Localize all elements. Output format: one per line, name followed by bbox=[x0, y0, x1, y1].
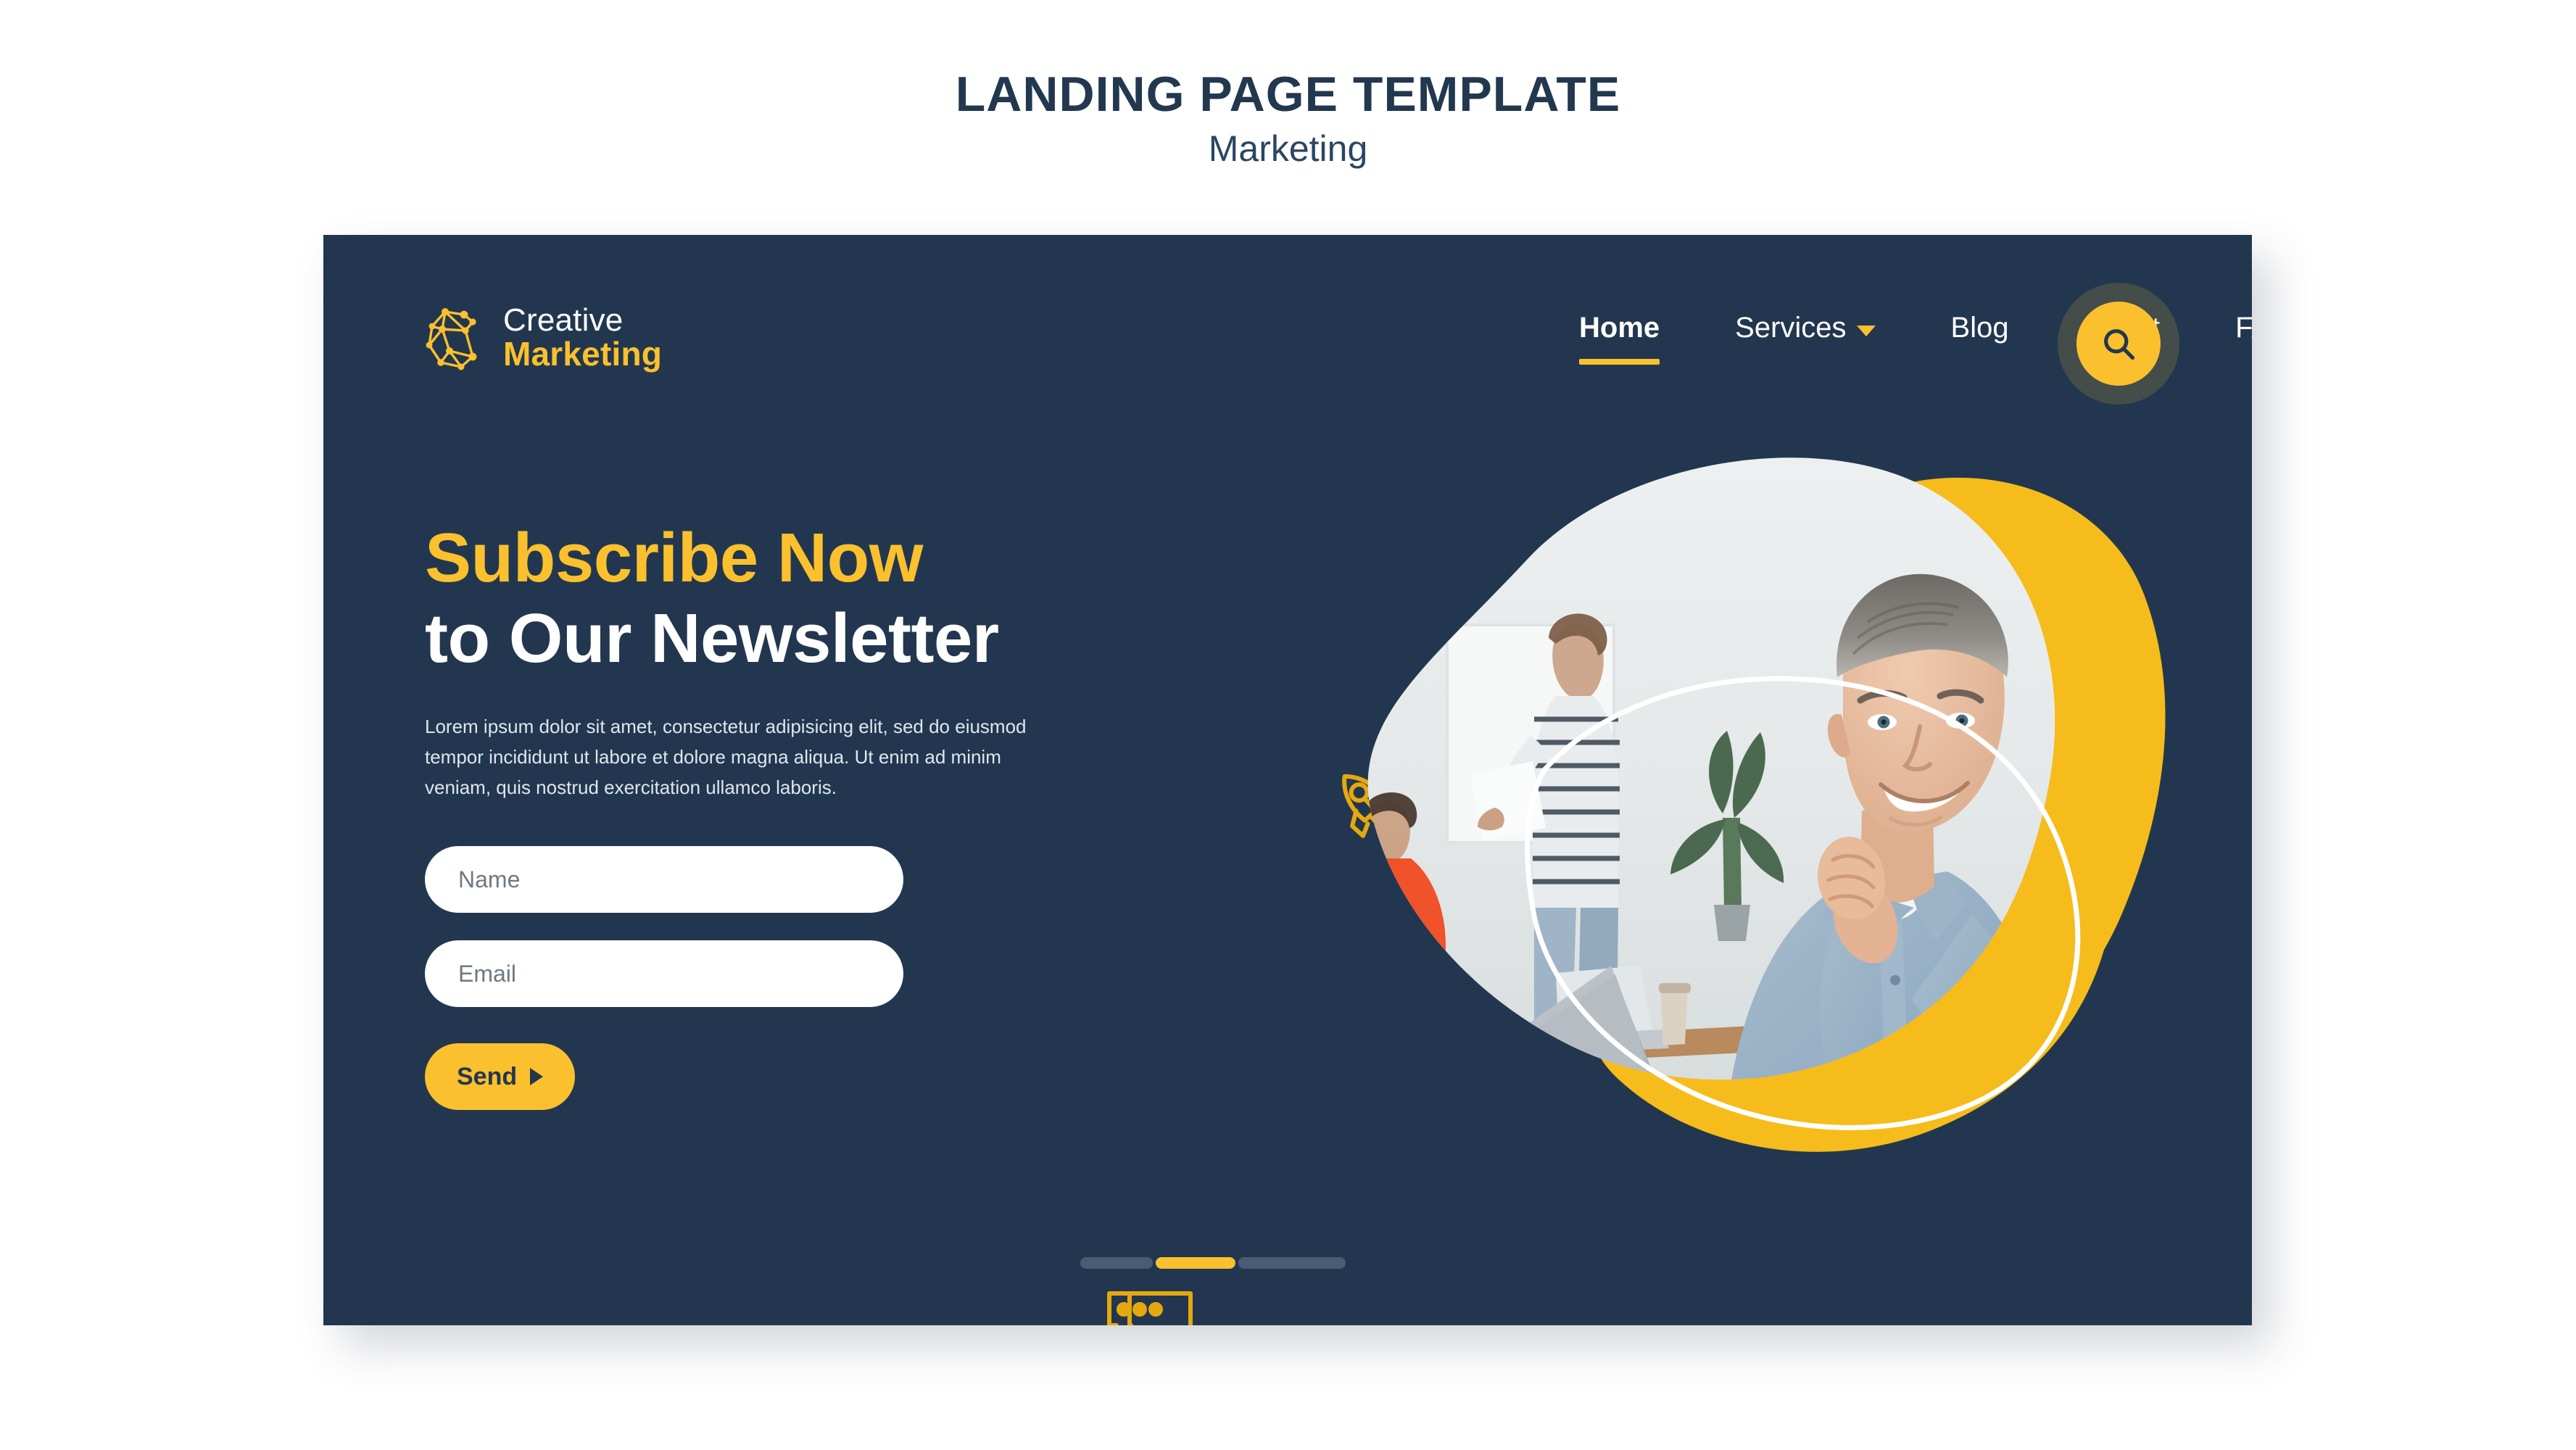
nav-label-blog: Blog bbox=[1950, 312, 2009, 344]
chat-bubbles-icon bbox=[1101, 1275, 1199, 1325]
network-c-logo-icon bbox=[425, 304, 487, 371]
carousel-segment-2-active[interactable] bbox=[1156, 1257, 1235, 1269]
send-button[interactable]: Send bbox=[425, 1043, 576, 1111]
send-button-label: Send bbox=[457, 1062, 518, 1090]
carousel-segment-1[interactable] bbox=[1080, 1257, 1153, 1269]
play-arrow-icon bbox=[530, 1068, 544, 1086]
page-title: LANDING PAGE TEMPLATE bbox=[955, 67, 1621, 122]
hero-heading-line1: Subscribe Now bbox=[425, 519, 923, 597]
search-icon bbox=[2100, 325, 2137, 362]
nav-item-blog[interactable]: Blog bbox=[1913, 312, 2047, 344]
email-input[interactable] bbox=[425, 940, 903, 1008]
hero-copy: Subscribe Now to Our Newsletter Lorem ip… bbox=[425, 518, 1237, 1111]
nav-label-home: Home bbox=[1579, 312, 1660, 344]
nav-label-faq: FAQ bbox=[2235, 312, 2252, 344]
nav-label-services: Services bbox=[1735, 312, 1847, 344]
poster-heading: LANDING PAGE TEMPLATE Marketing bbox=[0, 70, 2576, 167]
hero-heading-line2: to Our Newsletter bbox=[425, 600, 999, 678]
brand-name-bottom: Marketing bbox=[503, 334, 663, 373]
nav-item-faq[interactable]: FAQ bbox=[2198, 312, 2252, 344]
hero-artwork bbox=[1215, 407, 2201, 1248]
brand-name-top: Creative bbox=[503, 302, 624, 339]
landing-page-card: Creative Marketing Home Services Blog Ab… bbox=[323, 235, 2252, 1325]
newsletter-form: Send bbox=[425, 846, 1237, 1111]
brand-logo[interactable]: Creative Marketing bbox=[425, 304, 662, 371]
name-input[interactable] bbox=[425, 846, 903, 914]
active-nav-underline bbox=[1579, 359, 1660, 365]
carousel-progress[interactable] bbox=[1080, 1257, 1346, 1269]
poster-page: LANDING PAGE TEMPLATE Marketing Creative… bbox=[0, 0, 2576, 1450]
brand-text: Creative Marketing bbox=[503, 304, 662, 371]
nav-item-services[interactable]: Services bbox=[1697, 312, 1913, 344]
carousel-segment-3[interactable] bbox=[1238, 1257, 1346, 1269]
page-subtitle: Marketing bbox=[1208, 128, 1368, 169]
site-header: Creative Marketing Home Services Blog Ab… bbox=[323, 235, 2252, 416]
chevron-down-icon bbox=[1856, 326, 1876, 336]
hero-heading: Subscribe Now to Our Newsletter bbox=[425, 518, 1237, 679]
hero-paragraph: Lorem ipsum dolor sit amet, consectetur … bbox=[425, 715, 1027, 798]
nav-item-home[interactable]: Home bbox=[1541, 312, 1697, 365]
search-button[interactable] bbox=[2076, 302, 2161, 386]
